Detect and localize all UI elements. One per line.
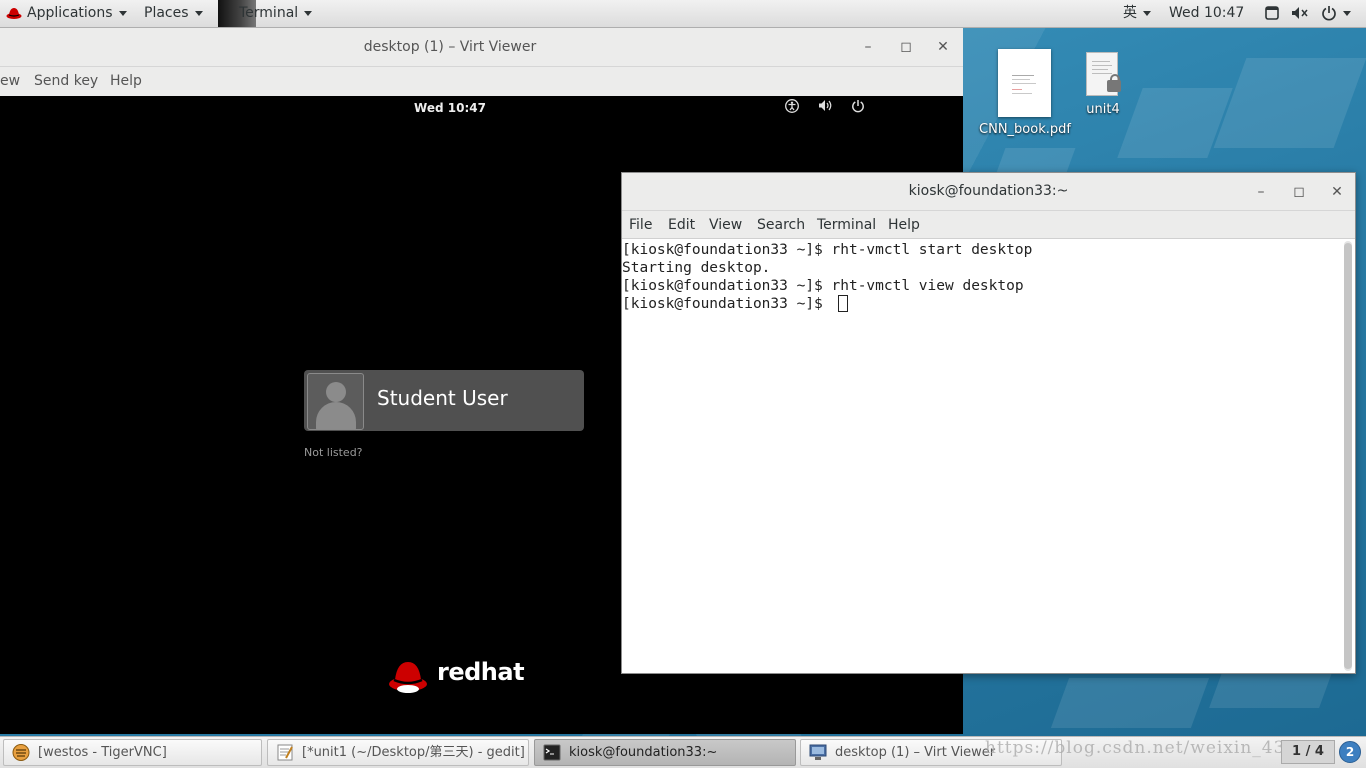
- maximize-icon: ◻: [1293, 184, 1305, 200]
- close-button[interactable]: ✕: [1326, 181, 1348, 203]
- menu-terminal[interactable]: Terminal: [817, 217, 876, 233]
- menu-help[interactable]: Help: [888, 217, 920, 233]
- window-icon[interactable]: [1265, 0, 1279, 27]
- applications-menu[interactable]: Applications: [6, 0, 127, 27]
- terminal-menubar: File Edit View Search Terminal Help: [622, 211, 1355, 239]
- accessibility-icon[interactable]: [784, 99, 800, 117]
- workspace-switcher[interactable]: 1 / 4: [1281, 740, 1335, 764]
- terminal-line: [kiosk@foundation33 ~]$: [622, 296, 832, 312]
- virt-viewer-menubar: ew Send key Help: [0, 67, 963, 96]
- virt-viewer-titlebar[interactable]: desktop (1) – Virt Viewer – ◻ ✕: [0, 28, 963, 67]
- terminal-line: [kiosk@foundation33 ~]$ rht-vmctl start …: [622, 242, 1033, 258]
- pdf-document-icon[interactable]: [998, 49, 1051, 117]
- desktop-icon-label[interactable]: unit4: [1070, 102, 1136, 117]
- user-login-card[interactable]: Student User: [304, 370, 584, 431]
- task-tigervnc[interactable]: [westos - TigerVNC]: [3, 739, 262, 766]
- terminal-output[interactable]: [kiosk@foundation33 ~]$ rht-vmctl start …: [622, 239, 1342, 673]
- terminal-titlebar[interactable]: kiosk@foundation33:~ – ◻ ✕: [622, 173, 1355, 211]
- minimize-button[interactable]: –: [857, 36, 879, 58]
- scrollbar-thumb[interactable]: [1344, 243, 1352, 669]
- task-label: desktop (1) – Virt Viewer: [835, 745, 996, 760]
- terminal-window: kiosk@foundation33:~ – ◻ ✕ File Edit Vie…: [621, 172, 1356, 674]
- chevron-down-icon: [304, 10, 313, 16]
- minimize-icon: –: [1257, 184, 1265, 200]
- chevron-down-icon: [1143, 10, 1151, 16]
- desktop-icon-label[interactable]: CNN_book.pdf: [970, 122, 1080, 137]
- minimize-icon: –: [864, 39, 872, 55]
- virt-viewer-icon: [809, 744, 827, 760]
- menu-view[interactable]: View: [709, 217, 742, 233]
- guest-clock[interactable]: Wed 10:47: [0, 101, 900, 115]
- task-terminal[interactable]: kiosk@foundation33:~: [534, 739, 796, 766]
- close-button[interactable]: ✕: [932, 36, 954, 58]
- user-name: Student User: [377, 386, 508, 410]
- terminal-icon: [543, 744, 561, 761]
- places-label: Places: [144, 5, 189, 21]
- virt-viewer-title: desktop (1) – Virt Viewer: [363, 39, 537, 55]
- lock-icon: [1107, 74, 1121, 92]
- task-label: kiosk@foundation33:~: [569, 745, 718, 760]
- chevron-down-icon: [194, 10, 203, 16]
- menu-edit[interactable]: Edit: [668, 217, 695, 233]
- terminal-title: kiosk@foundation33:~: [908, 183, 1069, 199]
- terminal-scrollbar[interactable]: [1344, 241, 1352, 671]
- avatar: [307, 373, 364, 430]
- maximize-icon: ◻: [900, 39, 912, 55]
- menu-file[interactable]: File: [629, 217, 652, 233]
- close-icon: ✕: [1331, 184, 1343, 200]
- input-method-label: 英: [1123, 5, 1137, 21]
- minimize-button[interactable]: –: [1250, 181, 1272, 203]
- watermark-text: https://blog.csdn.net/weixin_43: [985, 738, 1286, 758]
- terminal-app-menu[interactable]: Terminal: [239, 0, 313, 27]
- task-label: [*unit1 (~/Desktop/第三天) - gedit]: [302, 745, 525, 760]
- top-clock[interactable]: Wed 10:47: [1169, 0, 1244, 27]
- top-panel: Applications Places Terminal 英 Wed 10:47: [0, 0, 1366, 28]
- terminal-app-label: Terminal: [239, 5, 299, 21]
- maximize-button[interactable]: ◻: [895, 36, 917, 58]
- tigervnc-icon: [12, 744, 30, 761]
- menu-help[interactable]: Help: [110, 73, 142, 89]
- input-method-indicator[interactable]: 英: [1123, 0, 1151, 27]
- user-silhouette-icon: [326, 382, 346, 402]
- text-cursor: [838, 295, 848, 312]
- applications-label: Applications: [27, 5, 113, 21]
- redhat-icon: [6, 8, 22, 19]
- task-label: [westos - TigerVNC]: [38, 745, 167, 760]
- guest-volume-icon[interactable]: [817, 99, 833, 116]
- terminal-line: [kiosk@foundation33 ~]$ rht-vmctl view d…: [622, 278, 1024, 294]
- task-gedit[interactable]: [*unit1 (~/Desktop/第三天) - gedit]: [267, 739, 529, 766]
- redhat-wordmark: redhat: [437, 658, 525, 686]
- notification-badge[interactable]: 2: [1339, 741, 1361, 763]
- volume-muted-icon[interactable]: [1291, 0, 1309, 27]
- close-icon: ✕: [937, 39, 949, 55]
- terminal-line: Starting desktop.: [622, 260, 771, 276]
- maximize-button[interactable]: ◻: [1288, 181, 1310, 203]
- power-icon[interactable]: [1321, 0, 1351, 27]
- chevron-down-icon: [1343, 10, 1351, 16]
- guest-power-icon[interactable]: [850, 99, 866, 117]
- gedit-icon: [277, 744, 293, 761]
- menu-send-key[interactable]: Send key: [34, 73, 98, 89]
- not-listed-link[interactable]: Not listed?: [304, 446, 363, 459]
- menu-view[interactable]: ew: [0, 73, 20, 89]
- chevron-down-icon: [118, 10, 127, 16]
- menu-search[interactable]: Search: [757, 217, 805, 233]
- places-menu[interactable]: Places: [144, 0, 203, 27]
